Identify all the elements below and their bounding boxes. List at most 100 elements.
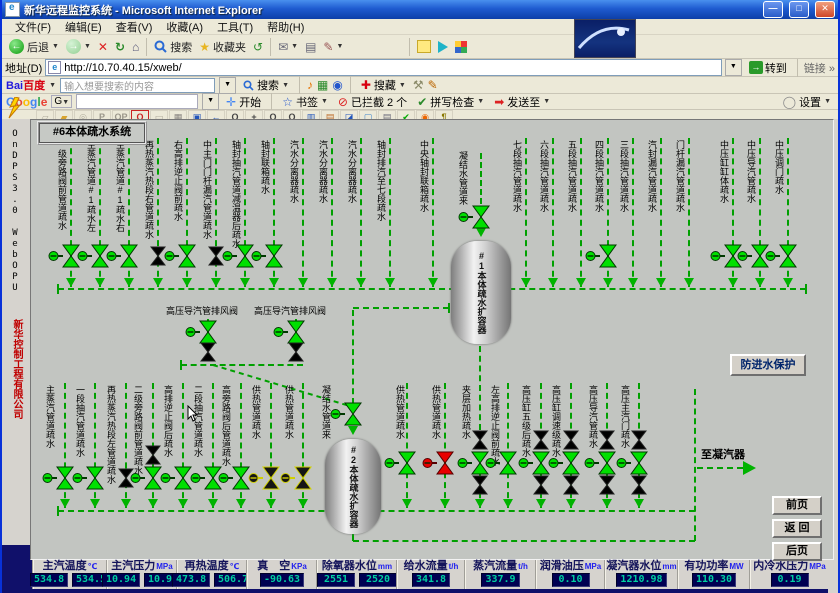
status-panel-7: 蒸汽流量t/h337.9 — [464, 560, 535, 589]
google-g-button[interactable]: G▼ — [51, 95, 72, 108]
valve-open[interactable] — [160, 465, 192, 491]
valve-open[interactable] — [585, 243, 617, 269]
valve-open[interactable] — [584, 450, 616, 476]
valve-open[interactable] — [765, 243, 797, 269]
menu-view[interactable]: 查看(V) — [109, 19, 160, 35]
pipe-label: 再热蒸汽热段左管道疏水 — [106, 385, 115, 484]
baidu-favorite-button[interactable]: ✚ 搜藏 ▼ — [358, 76, 409, 94]
valve-closed[interactable] — [563, 475, 579, 495]
next-page-button[interactable]: 后页 — [772, 542, 822, 561]
vent-valve-closed[interactable] — [288, 342, 304, 362]
valve-closed[interactable] — [248, 465, 280, 491]
maximize-button[interactable]: □ — [789, 1, 809, 18]
valve-closed[interactable] — [631, 430, 647, 450]
valve-closed[interactable] — [599, 475, 615, 495]
google-sendto-button[interactable]: ➡发送至▼ — [491, 93, 553, 111]
baidu-search-input[interactable]: 输入想要搜索的内容 — [60, 78, 215, 93]
water-ingress-protection-button[interactable]: 防进水保护 — [730, 354, 806, 376]
flow-arrow-icon — [269, 278, 279, 287]
google-blocked-button[interactable]: ⊘已拦截 2 个 — [335, 93, 410, 111]
print-button[interactable]: ▤ — [302, 39, 319, 55]
valve-closed[interactable] — [533, 475, 549, 495]
valve-closed[interactable] — [599, 430, 615, 450]
valve-open[interactable] — [218, 465, 250, 491]
menu-favorites[interactable]: 收藏(A) — [159, 19, 210, 35]
messenger-button[interactable] — [435, 40, 451, 54]
home-button[interactable]: ⌂ — [129, 39, 142, 55]
valve-open[interactable] — [548, 450, 580, 476]
google-spellcheck-button[interactable]: ✔拼写检查▼ — [414, 93, 487, 111]
pen-icon[interactable]: ✎ — [428, 78, 438, 92]
right-edge-strip — [834, 119, 840, 560]
valve-closed[interactable] — [280, 465, 312, 491]
check-icon: ✔ — [417, 95, 427, 109]
refresh-button[interactable]: ↻ — [112, 39, 128, 55]
search-label: 搜索 — [170, 39, 192, 55]
valve-open[interactable] — [106, 243, 138, 269]
valve-open[interactable] — [616, 450, 648, 476]
address-dropdown[interactable]: ▼ — [725, 59, 742, 76]
baidu-caret-icon[interactable]: ▼ — [49, 82, 56, 89]
google-search-input[interactable] — [76, 94, 198, 109]
favorites-button[interactable]: ★ 收藏夹 — [196, 38, 249, 56]
valve-open[interactable] — [485, 450, 517, 476]
close-button[interactable]: ✕ — [815, 1, 835, 18]
google-settings-button[interactable]: ◯设置▼ — [780, 93, 834, 111]
menu-file[interactable]: 文件(F) — [8, 19, 58, 35]
valve-closed[interactable] — [533, 430, 549, 450]
links-label[interactable]: 链接 » — [804, 60, 835, 76]
valve-open[interactable] — [77, 243, 109, 269]
valve-closed[interactable] — [631, 475, 647, 495]
edit-button[interactable]: ✎▼ — [320, 39, 346, 55]
google-input-dropdown[interactable]: ▼ — [202, 93, 219, 110]
favorites-label: 收藏夹 — [213, 39, 246, 55]
valve-open[interactable] — [130, 465, 162, 491]
tools-icon[interactable]: ⚒ — [413, 78, 424, 92]
vent-valve-closed[interactable] — [200, 342, 216, 362]
extra-tool-button[interactable] — [452, 40, 470, 54]
valve-closed[interactable] — [472, 430, 488, 450]
valve-condensate-inlet-2[interactable] — [330, 401, 362, 427]
pipe-label: 高压缸调速级疏水 — [551, 385, 560, 457]
go-button[interactable]: → 转到 — [745, 60, 791, 76]
valve-closed[interactable] — [563, 430, 579, 450]
valve-open[interactable] — [251, 243, 283, 269]
pipe-line — [507, 383, 509, 508]
address-input[interactable]: e http://10.70.40.15/xweb/ — [45, 59, 722, 76]
toolbar-separator — [350, 76, 351, 94]
valve-open[interactable] — [222, 243, 254, 269]
stop-button[interactable]: ✕ — [95, 39, 111, 55]
valve-open[interactable] — [42, 465, 74, 491]
valve-open[interactable] — [164, 243, 196, 269]
valve-alarm[interactable] — [422, 450, 454, 476]
menu-tools[interactable]: 工具(T) — [210, 19, 260, 35]
prev-page-button[interactable]: 前页 — [772, 496, 822, 515]
flow-arrow-icon — [327, 278, 337, 287]
history-button[interactable]: ↺ — [250, 39, 266, 55]
baidu-search-button[interactable]: 搜索 ▼ — [240, 76, 292, 94]
back-button[interactable]: ← 后退 ▼ — [6, 38, 62, 56]
menu-help[interactable]: 帮助(H) — [260, 19, 311, 35]
search-button[interactable]: 搜索 — [151, 38, 195, 56]
google-start-button[interactable]: ✛开始 — [223, 93, 264, 111]
google-bookmarks-button[interactable]: ☆书签▼ — [279, 93, 331, 111]
flow-arrow-icon — [236, 499, 246, 508]
video-icon[interactable]: ▦ — [317, 78, 328, 92]
forward-button[interactable]: → ▼ — [63, 38, 94, 55]
minimize-button[interactable]: — — [763, 1, 783, 18]
mail-button[interactable]: ✉▼ — [275, 39, 301, 55]
flash-tank-2: #2本体疏水扩容器 — [325, 439, 381, 534]
valve-open[interactable] — [384, 450, 416, 476]
valve-open[interactable] — [48, 243, 80, 269]
notes-button[interactable] — [414, 39, 434, 54]
baidu-input-dropdown[interactable]: ▼ — [219, 77, 236, 94]
valve-closed[interactable] — [472, 475, 488, 495]
valve-closed[interactable] — [145, 445, 161, 465]
ball-icon[interactable]: ◉ — [332, 78, 342, 92]
valve-condensate-inlet-1[interactable] — [458, 204, 490, 230]
valve-open[interactable] — [518, 450, 550, 476]
return-button[interactable]: 返 回 — [772, 519, 822, 538]
music-icon[interactable]: ♪ — [307, 78, 313, 92]
valve-open[interactable] — [72, 465, 104, 491]
menu-edit[interactable]: 编辑(E) — [58, 19, 109, 35]
